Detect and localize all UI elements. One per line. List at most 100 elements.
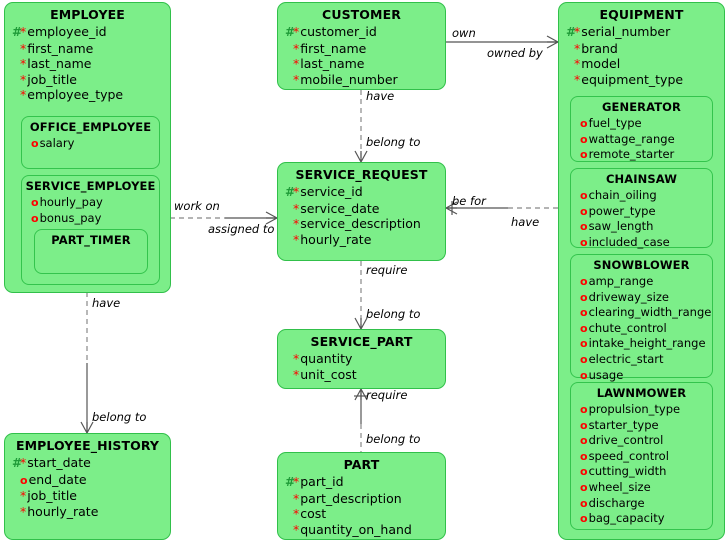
attribute-row: * quantity_on_hand bbox=[278, 522, 445, 538]
rel-label-belong-to-sp: belong to bbox=[366, 307, 421, 321]
attribute-row: * employee_type bbox=[5, 87, 170, 103]
attribute-name: mobile_number bbox=[300, 71, 398, 87]
attribute-row: o bag_capacity bbox=[571, 511, 712, 527]
attribute-row: o starter_type bbox=[571, 418, 712, 434]
rel-label-own: own bbox=[452, 26, 476, 40]
attribute-row: o speed_control bbox=[571, 449, 712, 465]
attribute-name: last_name bbox=[27, 56, 92, 72]
optionality-marker: o bbox=[580, 306, 588, 320]
optionality-marker: o bbox=[580, 418, 588, 432]
attribute-name: first_name bbox=[300, 40, 367, 56]
pk-marker: # bbox=[285, 475, 296, 489]
rel-label-be-for: be for bbox=[452, 194, 486, 208]
entity-office-employee[interactable]: OFFICE_EMPLOYEE o salary bbox=[21, 116, 160, 169]
attribute-row: * first_name bbox=[5, 41, 170, 57]
attribute-row: * job_title bbox=[5, 72, 170, 88]
entity-snowblower[interactable]: SNOWBLOWER o amp_range o driveway_size o cl… bbox=[570, 254, 713, 382]
optionality-marker: * bbox=[293, 184, 300, 199]
optionality-marker: * bbox=[293, 56, 300, 72]
entity-chainsaw[interactable]: CHAINSAW o chain_oiling o power_type o saw_… bbox=[570, 168, 713, 249]
attribute-name: unit_cost bbox=[300, 366, 357, 382]
attribute-row: o chain_oiling bbox=[571, 188, 712, 204]
entity-part[interactable]: PART # * part_id * part_description * cost *… bbox=[277, 452, 446, 540]
entity-title-lawnmower: LAWNMOWER bbox=[596, 386, 687, 400]
entity-service-request[interactable]: SERVICE_REQUEST # * service_id * service_da… bbox=[277, 162, 446, 261]
attribute-name: fuel_type bbox=[588, 116, 642, 130]
optionality-marker: * bbox=[574, 71, 581, 87]
entity-lawnmower[interactable]: LAWNMOWER o propulsion_type o starter_type… bbox=[570, 382, 713, 530]
attribute-name: remote_starter bbox=[588, 147, 675, 162]
optionality-marker: * bbox=[20, 24, 27, 39]
optionality-marker: o bbox=[580, 352, 588, 366]
optionality-marker: * bbox=[293, 71, 300, 87]
attribute-list-equipment: # * serial_number * brand * model * equipment… bbox=[559, 24, 724, 91]
pk-marker: # bbox=[12, 456, 23, 470]
entity-part-timer[interactable]: PART_TIMER bbox=[34, 229, 148, 274]
entity-employee-history[interactable]: EMPLOYEE_HISTORY # * start_date o end_date … bbox=[4, 433, 171, 540]
attribute-name: intake_height_range bbox=[588, 336, 706, 351]
attribute-row: * cost bbox=[278, 506, 445, 522]
entity-title-service-part: SERVICE_PART bbox=[310, 334, 413, 349]
entity-generator[interactable]: GENERATOR o fuel_type o wattage_range o rem… bbox=[570, 96, 713, 162]
attribute-name: driveway_size bbox=[588, 289, 669, 304]
entity-service-employee[interactable]: SERVICE_EMPLOYEE o hourly_pay o bonus_pay … bbox=[21, 175, 160, 285]
attribute-name: hourly_rate bbox=[300, 231, 372, 247]
attribute-row: o wheel_size bbox=[571, 480, 712, 496]
attribute-row: # * start_date bbox=[5, 455, 170, 472]
er-diagram-canvas: own owned by have belong to work on assi… bbox=[0, 0, 728, 545]
attribute-row: # * serial_number bbox=[559, 24, 724, 41]
optionality-marker: o bbox=[580, 480, 588, 494]
attribute-name: employee_type bbox=[27, 87, 124, 103]
optionality-marker: o bbox=[580, 368, 588, 382]
attribute-list-lawnmower: o propulsion_type o starter_type o drive_co… bbox=[571, 402, 712, 531]
attribute-row: o drive_control bbox=[571, 433, 712, 449]
attribute-name: hourly_rate bbox=[27, 503, 99, 519]
optionality-marker: o bbox=[580, 290, 588, 304]
attribute-name: job_title bbox=[27, 488, 77, 504]
attribute-name: drive_control bbox=[588, 433, 664, 448]
attribute-name: job_title bbox=[27, 71, 77, 87]
entity-title-employee: EMPLOYEE bbox=[50, 7, 125, 22]
attribute-row: # * employee_id bbox=[5, 24, 170, 41]
attribute-name: start_date bbox=[27, 455, 91, 470]
attribute-row: * first_name bbox=[278, 41, 445, 57]
entity-equipment[interactable]: EQUIPMENT # * serial_number * brand * model … bbox=[558, 2, 725, 540]
attribute-row: o hourly_pay bbox=[22, 195, 159, 211]
attribute-name: part_id bbox=[300, 474, 344, 489]
rel-label-employee-belong-to: belong to bbox=[92, 410, 147, 424]
optionality-marker: * bbox=[293, 490, 300, 506]
attribute-row: o wattage_range bbox=[571, 132, 712, 148]
optionality-marker: o bbox=[580, 275, 588, 288]
entity-customer[interactable]: CUSTOMER # * customer_id * first_name * last… bbox=[277, 2, 446, 90]
optionality-marker: * bbox=[293, 216, 300, 232]
rel-label-owned-by: owned by bbox=[487, 46, 543, 60]
rel-label-work-on: work on bbox=[174, 199, 220, 213]
optionality-marker: * bbox=[574, 40, 581, 56]
attribute-list-generator: o fuel_type o wattage_range o remote_starte… bbox=[571, 116, 712, 167]
entity-title-snowblower: SNOWBLOWER bbox=[593, 258, 690, 272]
rel-label-assigned-to: assigned to bbox=[208, 222, 275, 236]
optionality-marker: o bbox=[580, 148, 588, 162]
attribute-name: starter_type bbox=[588, 417, 659, 432]
attribute-name: wattage_range bbox=[588, 131, 675, 146]
entity-service-part[interactable]: SERVICE_PART * quantity * unit_cost bbox=[277, 329, 446, 389]
attribute-row: * part_description bbox=[278, 491, 445, 507]
attribute-row: * job_title bbox=[5, 488, 170, 504]
attribute-row: o cutting_width bbox=[571, 464, 712, 480]
attribute-row: * hourly_rate bbox=[278, 232, 445, 248]
attribute-name: bonus_pay bbox=[39, 210, 102, 225]
entity-title-employee-history: EMPLOYEE_HISTORY bbox=[15, 438, 160, 453]
attribute-name: wheel_size bbox=[588, 479, 651, 494]
attribute-name: employee_id bbox=[27, 24, 107, 39]
optionality-marker: * bbox=[293, 521, 300, 537]
attribute-row: o electric_start bbox=[571, 352, 712, 368]
entity-title-customer: CUSTOMER bbox=[322, 7, 401, 22]
attribute-row: # * service_id bbox=[278, 184, 445, 201]
attribute-row: # * customer_id bbox=[278, 24, 445, 41]
attribute-name: part_description bbox=[300, 490, 402, 506]
attribute-name: service_id bbox=[300, 184, 363, 199]
attribute-list-office-employee: o salary bbox=[22, 136, 159, 156]
pk-marker: # bbox=[285, 185, 296, 199]
attribute-name: discharge bbox=[588, 495, 645, 510]
entity-employee[interactable]: EMPLOYEE # * employee_id * first_name * last… bbox=[4, 2, 171, 293]
